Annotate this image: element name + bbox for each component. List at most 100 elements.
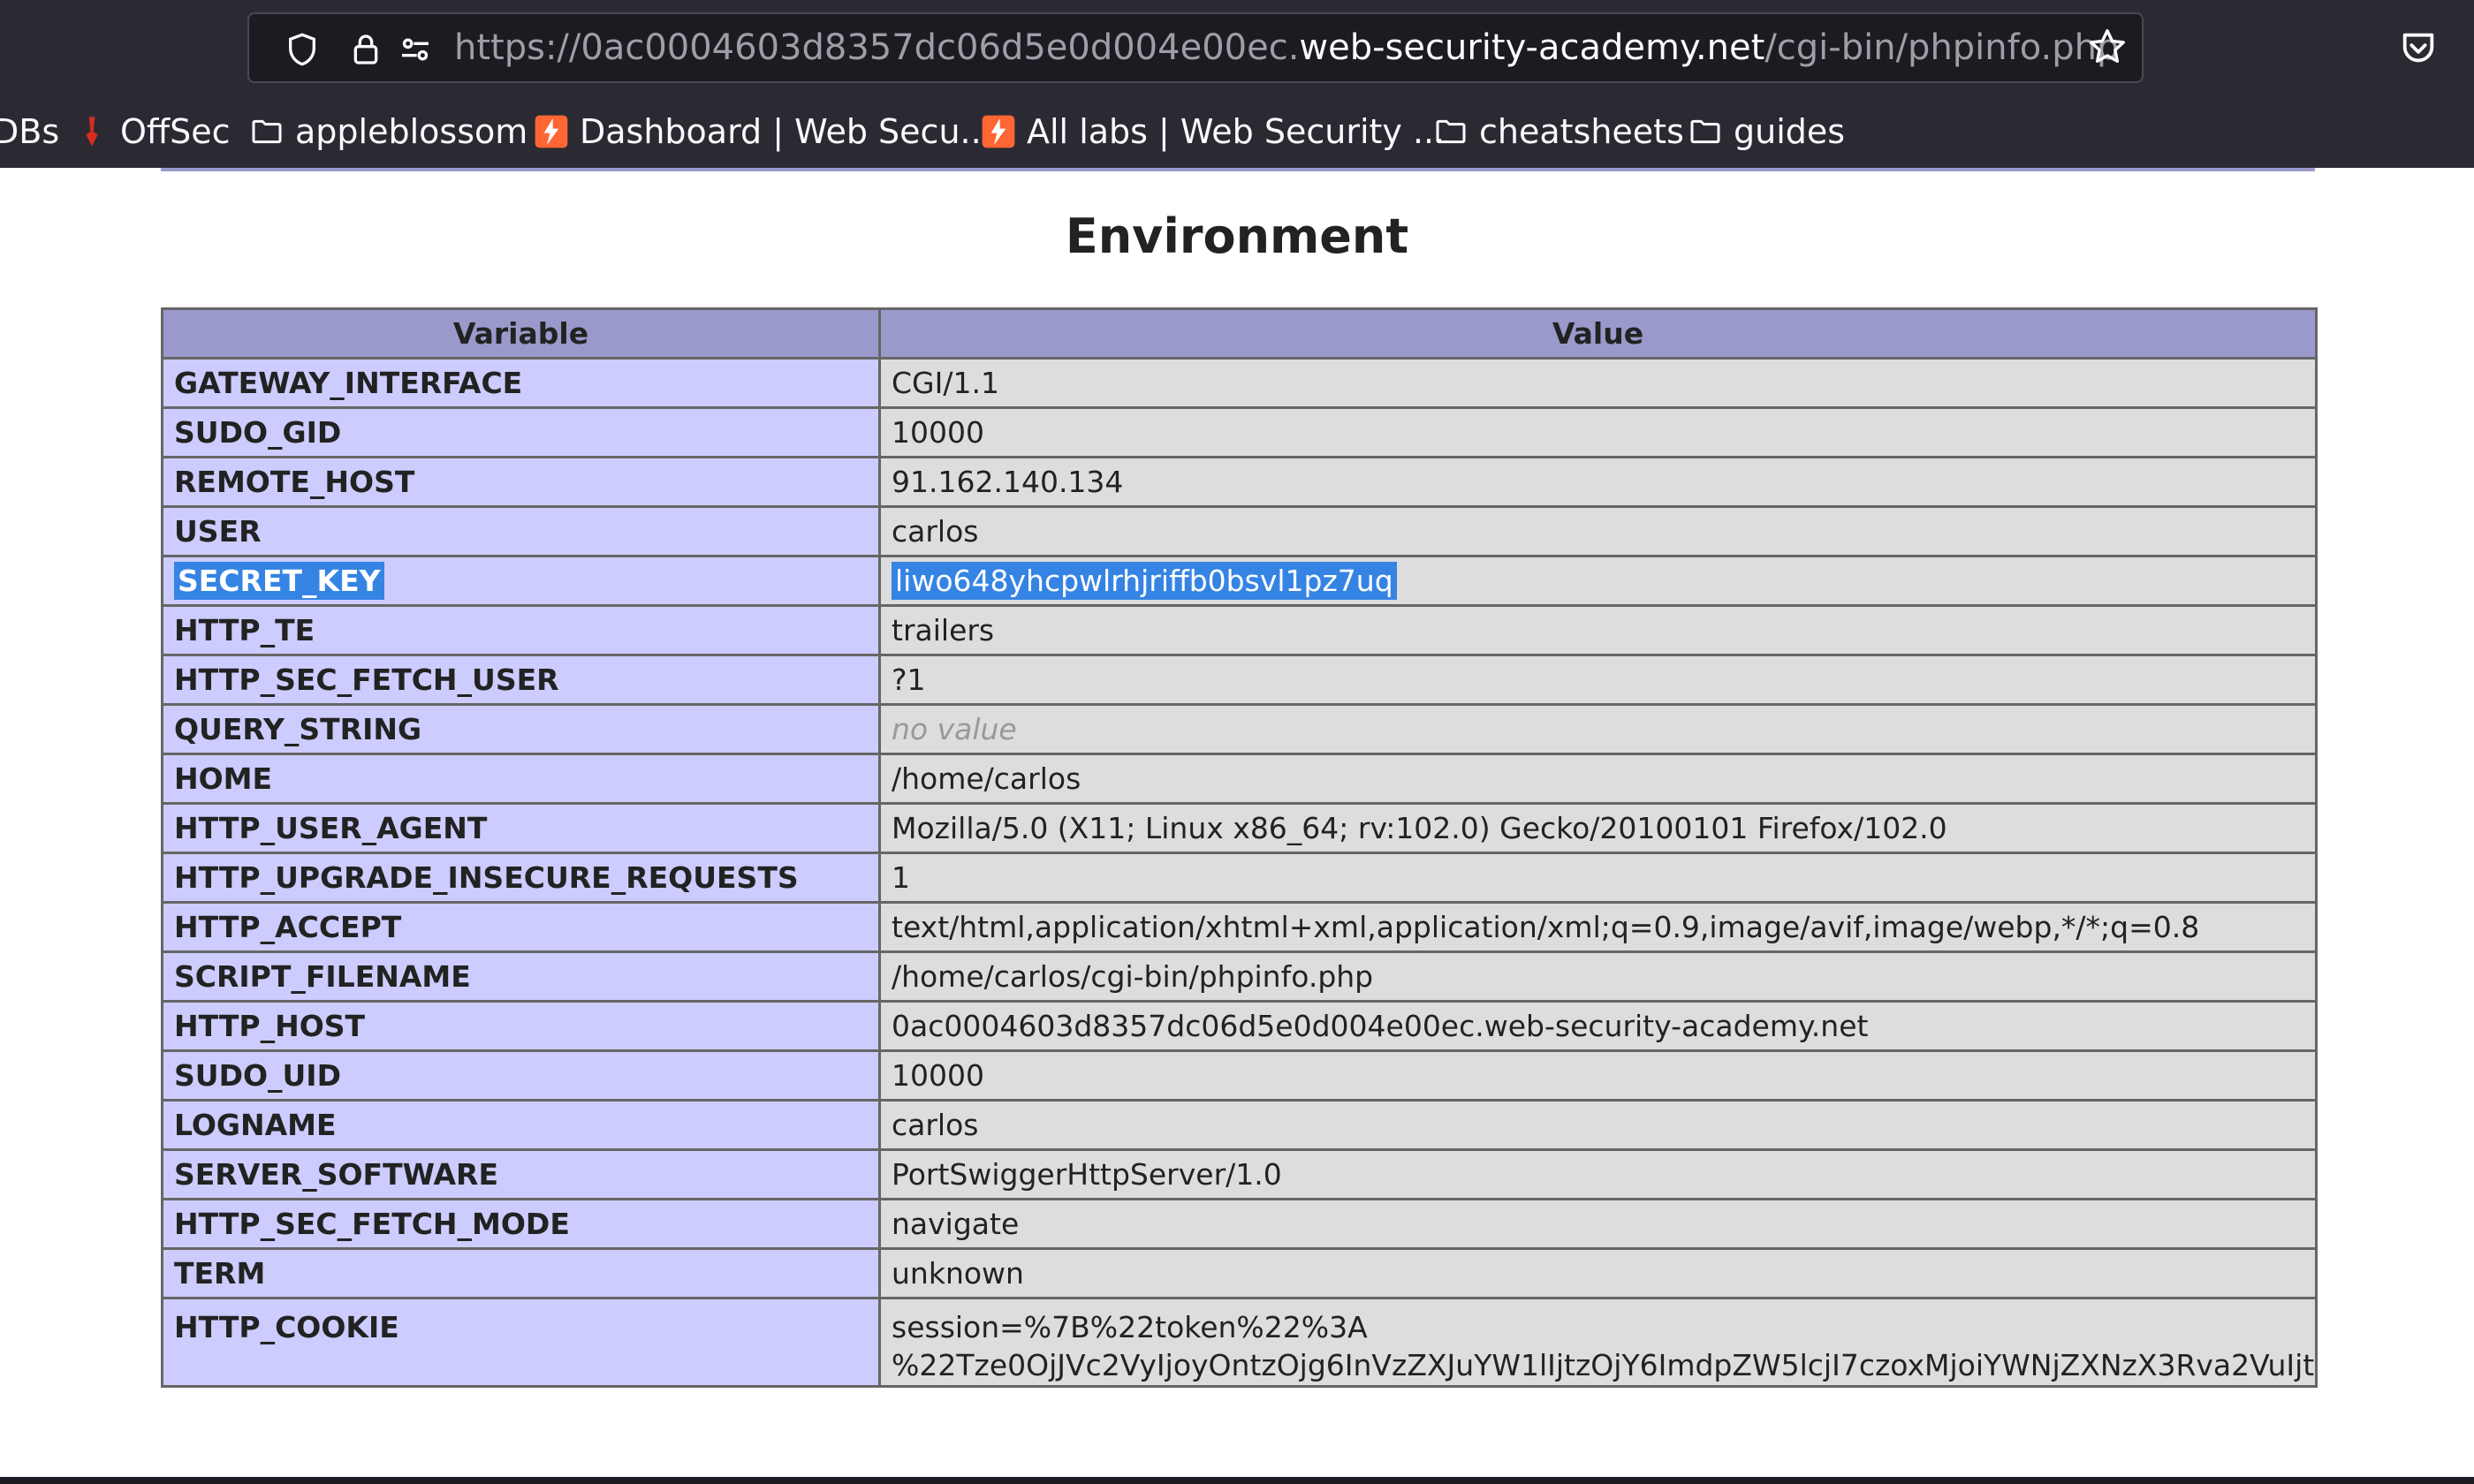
cookie-value-line-2: %22Tze0OjJVc2VyIjoyOntzOjg6InVzZXJuYW1lI… bbox=[892, 1348, 2317, 1382]
variable-name: HTTP_HOST bbox=[161, 1000, 881, 1052]
table-row: HTTP_USER_AGENT Mozilla/5.0 (X11; Linux … bbox=[161, 802, 2318, 854]
table-row: HTTP_ACCEPT text/html,application/xhtml+… bbox=[161, 901, 2318, 953]
variable-value-cell: session=%7B%22token%22%3A %22Tze0OjJVc2V… bbox=[878, 1297, 2318, 1388]
url-text[interactable]: https://0ac0004603d8357dc06d5e0d004e00ec… bbox=[454, 14, 2119, 81]
variable-value: 10000 bbox=[878, 1049, 2318, 1102]
table-row-selected: SECRET_KEY liwo648yhcpwlrhjriffb0bsvl1pz… bbox=[161, 555, 2318, 607]
table-row: HTTP_SEC_FETCH_MODE navigate bbox=[161, 1198, 2318, 1250]
bookmark-dashboard[interactable]: Dashboard | Web Secu... bbox=[534, 104, 992, 159]
bookmark-star-icon[interactable] bbox=[2087, 26, 2128, 67]
column-header-variable: Variable bbox=[161, 307, 881, 360]
variable-name: SCRIPT_FILENAME bbox=[161, 950, 881, 1003]
folder-icon bbox=[1436, 119, 1466, 144]
bookmark-dbs[interactable]: DBs bbox=[0, 104, 59, 159]
variable-value: navigate bbox=[878, 1198, 2318, 1250]
bookmark-cheatsheets[interactable]: cheatsheets bbox=[1433, 104, 1684, 159]
table-row: HTTP_COOKIE session=%7B%22token%22%3A %2… bbox=[161, 1297, 2318, 1388]
bookmark-offsec[interactable]: OffSec bbox=[74, 104, 230, 159]
browser-toolbar: https://0ac0004603d8357dc06d5e0d004e00ec… bbox=[0, 0, 2474, 168]
bookmark-guides[interactable]: guides bbox=[1688, 104, 1845, 159]
variable-value: Mozilla/5.0 (X11; Linux x86_64; rv:102.0… bbox=[878, 802, 2318, 854]
variable-name: QUERY_STRING bbox=[161, 703, 881, 755]
address-bar[interactable]: https://0ac0004603d8357dc06d5e0d004e00ec… bbox=[247, 12, 2144, 83]
lock-icon[interactable] bbox=[348, 32, 383, 67]
variable-value: /home/carlos bbox=[878, 753, 2318, 805]
table-row: SUDO_UID 10000 bbox=[161, 1049, 2318, 1102]
environment-table: Variable Value GATEWAY_INTERFACE CGI/1.1… bbox=[161, 307, 2318, 1388]
variable-value-cell: no value bbox=[878, 703, 2318, 755]
variable-name: HTTP_SEC_FETCH_USER bbox=[161, 654, 881, 706]
variable-name: HTTP_USER_AGENT bbox=[161, 802, 881, 854]
folder-icon bbox=[252, 119, 282, 144]
table-row: SCRIPT_FILENAME /home/carlos/cgi-bin/php… bbox=[161, 950, 2318, 1003]
variable-value: 10000 bbox=[878, 406, 2318, 458]
variable-value: 91.162.140.134 bbox=[878, 456, 2318, 508]
section-divider bbox=[161, 168, 2315, 171]
variable-value-cell: liwo648yhcpwlrhjriffb0bsvl1pz7uq bbox=[878, 555, 2318, 607]
url-path: /cgi-bin/phpinfo.php bbox=[1764, 27, 2120, 68]
variable-value: carlos bbox=[878, 505, 2318, 557]
selected-variable-name[interactable]: SECRET_KEY bbox=[174, 562, 384, 600]
column-header-value: Value bbox=[878, 307, 2318, 360]
window-bottom-edge bbox=[0, 1477, 2474, 1484]
variable-name: HTTP_SEC_FETCH_MODE bbox=[161, 1198, 881, 1250]
table-row: SUDO_GID 10000 bbox=[161, 406, 2318, 458]
variable-name: HTTP_TE bbox=[161, 604, 881, 656]
table-row: HTTP_TE trailers bbox=[161, 604, 2318, 656]
variable-name: HTTP_ACCEPT bbox=[161, 901, 881, 953]
table-row: LOGNAME carlos bbox=[161, 1099, 2318, 1151]
portswigger-icon bbox=[535, 115, 568, 148]
variable-name: REMOTE_HOST bbox=[161, 456, 881, 508]
table-row: GATEWAY_INTERFACE CGI/1.1 bbox=[161, 357, 2318, 409]
variable-value: /home/carlos/cgi-bin/phpinfo.php bbox=[878, 950, 2318, 1003]
table-row: HTTP_SEC_FETCH_USER ?1 bbox=[161, 654, 2318, 706]
table-header-row: Variable Value bbox=[161, 307, 2318, 360]
bookmark-label: All labs | Web Security ... bbox=[1027, 112, 1446, 151]
offsec-icon bbox=[86, 117, 98, 147]
bookmark-label: DBs bbox=[0, 112, 60, 151]
folder-icon bbox=[1690, 119, 1720, 144]
table-row: QUERY_STRING no value bbox=[161, 703, 2318, 755]
table-row: HOME /home/carlos bbox=[161, 753, 2318, 805]
variable-value: carlos bbox=[878, 1099, 2318, 1151]
bookmark-label: Dashboard | Web Secu... bbox=[580, 112, 992, 151]
bookmark-label: OffSec bbox=[120, 112, 231, 151]
variable-name: SUDO_GID bbox=[161, 406, 881, 458]
variable-value: text/html,application/xhtml+xml,applicat… bbox=[878, 901, 2318, 953]
bookmarks-toolbar: DBs OffSec appleblossom Dashboard | Web … bbox=[0, 104, 2474, 159]
variable-name: USER bbox=[161, 505, 881, 557]
variable-name: SERVER_SOFTWARE bbox=[161, 1148, 881, 1200]
table-row: TERM unknown bbox=[161, 1247, 2318, 1299]
bookmark-all-labs[interactable]: All labs | Web Security ... bbox=[981, 104, 1445, 159]
table-row: HTTP_HOST 0ac0004603d8357dc06d5e0d004e00… bbox=[161, 1000, 2318, 1052]
portswigger-icon bbox=[982, 115, 1015, 148]
variable-value: ?1 bbox=[878, 654, 2318, 706]
bookmark-label: cheatsheets bbox=[1479, 112, 1684, 151]
pocket-icon[interactable] bbox=[2398, 28, 2439, 69]
table-row: REMOTE_HOST 91.162.140.134 bbox=[161, 456, 2318, 508]
variable-name: SUDO_UID bbox=[161, 1049, 881, 1102]
variable-name: LOGNAME bbox=[161, 1099, 881, 1151]
bookmark-label: guides bbox=[1734, 112, 1846, 151]
variable-value: CGI/1.1 bbox=[878, 357, 2318, 409]
url-prefix: https://0ac0004603d8357dc06d5e0d004e00ec… bbox=[454, 27, 1300, 68]
table-row: USER carlos bbox=[161, 505, 2318, 557]
variable-name: HTTP_UPGRADE_INSECURE_REQUESTS bbox=[161, 852, 881, 904]
bookmark-label: appleblossom bbox=[295, 112, 528, 151]
variable-name-cell: SECRET_KEY bbox=[161, 555, 881, 607]
table-row: HTTP_UPGRADE_INSECURE_REQUESTS 1 bbox=[161, 852, 2318, 904]
variable-name: TERM bbox=[161, 1247, 881, 1299]
variable-name: HTTP_COOKIE bbox=[161, 1297, 881, 1388]
tracking-protection-shield-icon[interactable] bbox=[285, 32, 320, 67]
no-value-text: no value bbox=[892, 712, 1017, 746]
variable-value: 1 bbox=[878, 852, 2318, 904]
variable-name: HOME bbox=[161, 753, 881, 805]
table-row: SERVER_SOFTWARE PortSwiggerHttpServer/1.… bbox=[161, 1148, 2318, 1200]
variable-name: GATEWAY_INTERFACE bbox=[161, 357, 881, 409]
bookmark-appleblossom[interactable]: appleblossom bbox=[249, 104, 527, 159]
variable-value: 0ac0004603d8357dc06d5e0d004e00ec.web-sec… bbox=[878, 1000, 2318, 1052]
variable-value: trailers bbox=[878, 604, 2318, 656]
variable-value: unknown bbox=[878, 1247, 2318, 1299]
site-permissions-icon[interactable] bbox=[398, 32, 433, 67]
selected-variable-value[interactable]: liwo648yhcpwlrhjriffb0bsvl1pz7uq bbox=[892, 562, 1397, 600]
